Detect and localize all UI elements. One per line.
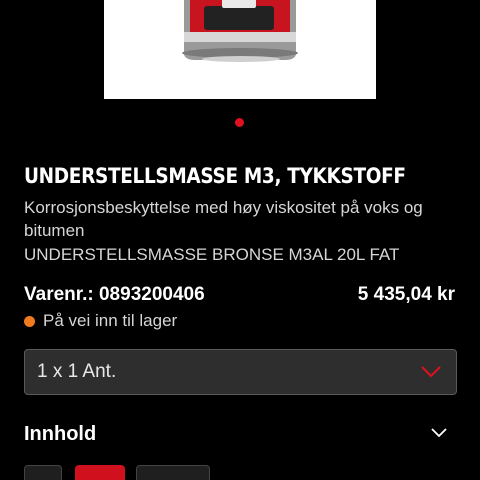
stock-status: På vei inn til lager — [24, 311, 177, 331]
product-description: Korrosjonsbeskyttelse med høy viskositet… — [24, 198, 423, 240]
carousel-dot-active[interactable] — [235, 118, 244, 127]
quantity-select-value: 1 x 1 Ant. — [37, 361, 117, 382]
product-title: UNDERSTELLSMASSE M3, TYKKSTOFF — [24, 164, 406, 189]
variant-option-3[interactable] — [136, 465, 210, 480]
product-price: 5 435,04 kr — [357, 284, 455, 305]
section-title-innhold[interactable]: Innhold — [24, 423, 96, 446]
quantity-select[interactable]: 1 x 1 Ant. — [24, 349, 457, 395]
product-subtitle: UNDERSTELLSMASSE BRONSE M3AL 20L FAT — [24, 245, 400, 264]
variant-option-1[interactable] — [24, 465, 62, 480]
stock-status-dot-icon — [24, 315, 35, 327]
chevron-down-icon[interactable] — [430, 427, 448, 439]
product-image[interactable] — [104, 0, 376, 99]
product-sku: Varenr.: 0893200406 — [24, 284, 205, 305]
stock-status-text: På vei inn til lager — [43, 311, 178, 330]
variant-option-2-selected[interactable] — [75, 465, 125, 480]
chevron-down-icon — [421, 366, 441, 378]
paint-can-illustration — [182, 0, 298, 66]
